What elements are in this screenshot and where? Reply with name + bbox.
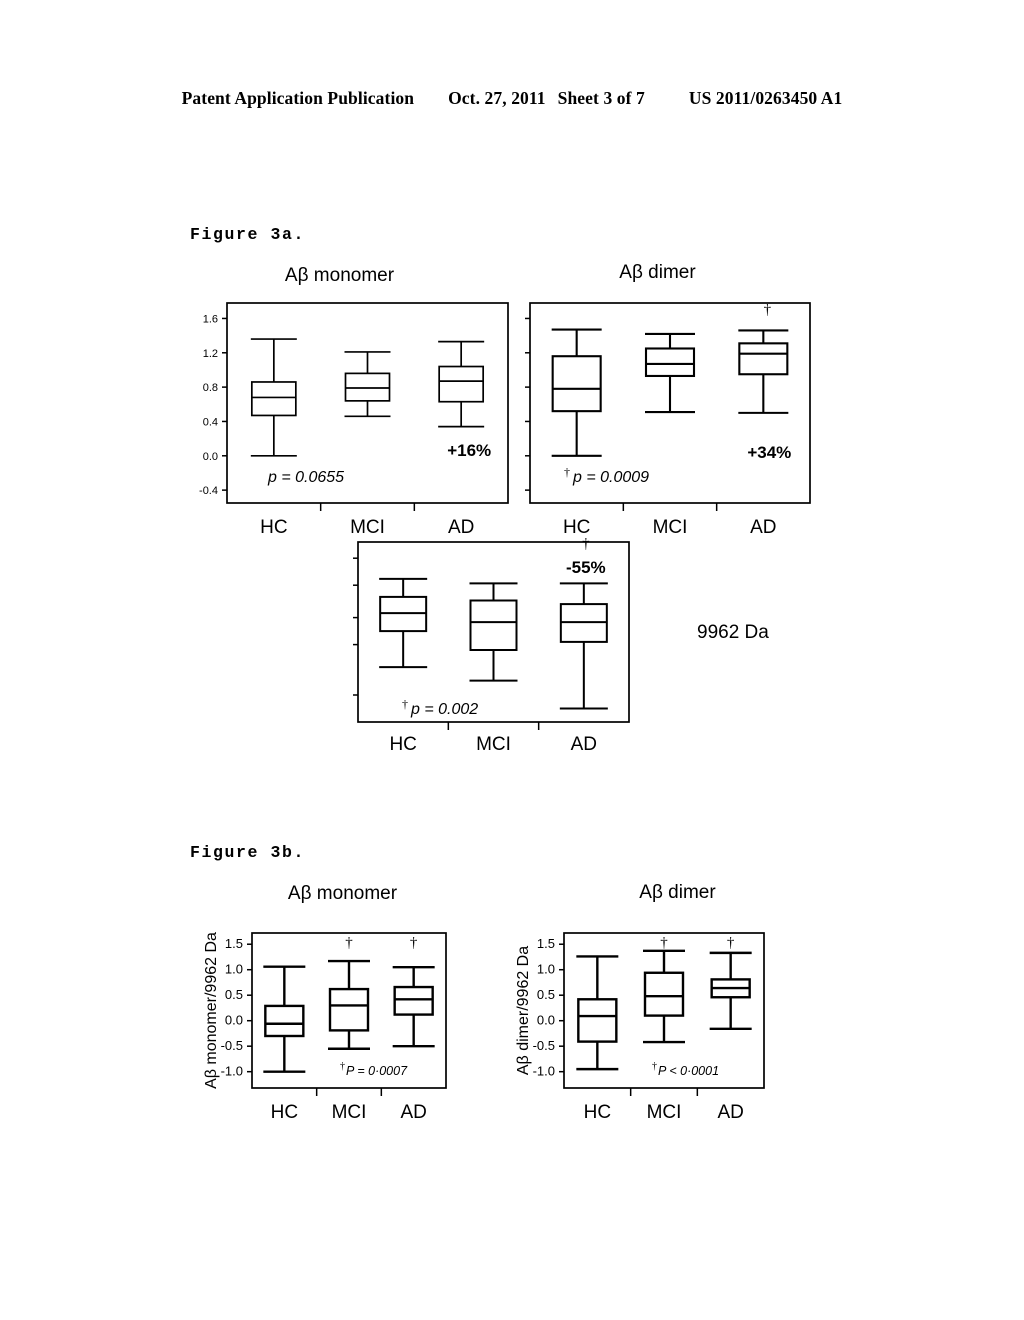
- y-axis-tick-label: -0.5: [221, 1038, 243, 1053]
- dagger-marker: †: [564, 465, 570, 479]
- y-axis-tick-label: -0.4: [199, 485, 218, 497]
- y-axis-tick-label: -0.5: [533, 1038, 555, 1053]
- y-axis-tick-label: 1.2: [203, 348, 218, 360]
- percent-change-label: +34%: [747, 443, 791, 462]
- x-axis-label-ad: AD: [571, 734, 597, 755]
- y-axis-tick-label: 1.6: [203, 313, 218, 325]
- boxplot-a-monomer: 1.6 1.2 0.8 0.4 0.0 -0.4 HC MCI AD p = 0.0655 +16%: [190, 296, 510, 538]
- x-axis-label-mci: MCI: [332, 1102, 367, 1123]
- y-axis-tick-label: 1.0: [537, 962, 555, 977]
- p-value-text: p = 0.002: [410, 701, 478, 718]
- box-iqr: [551, 355, 602, 413]
- box-iqr: [344, 372, 391, 402]
- box-iqr: [328, 987, 370, 1032]
- significance-dagger: †: [660, 935, 668, 951]
- percent-change-label: -55%: [566, 558, 606, 577]
- header-publication: Patent Application Publication: [181, 88, 415, 108]
- x-axis-label-mci: MCI: [476, 734, 511, 755]
- mass-annotation-9962da: 9962 Da: [697, 622, 769, 643]
- chart-title-b-monomer: Aβ monomer: [287, 883, 398, 904]
- y-axis-tick-label: 0.5: [537, 987, 555, 1002]
- y-axis-tick-label: 0.0: [537, 1013, 555, 1028]
- chart-title-a-monomer: Aβ monomer: [284, 265, 395, 286]
- dagger-marker: †: [340, 1061, 345, 1072]
- dagger-marker: †: [402, 697, 408, 711]
- patent-figure-page: Patent Application Publication Oct. 27, …: [0, 0, 1024, 1320]
- x-axis-label-hc: HC: [260, 517, 287, 538]
- p-value-text: p = 0.0655: [267, 469, 344, 486]
- y-axis-tick-label: 0.0: [203, 451, 218, 463]
- header-patent-number: US 2011/0263450 A1: [688, 88, 843, 108]
- patent-header: Patent Application Publication Oct. 27, …: [0, 88, 1024, 109]
- x-axis-label-hc: HC: [563, 517, 590, 538]
- box-iqr: [643, 971, 685, 1017]
- figure-3b-caption: Figure 3b.: [190, 843, 306, 862]
- x-axis-label-ad: AD: [448, 517, 474, 538]
- y-axis-tick-label: 1.5: [537, 936, 555, 951]
- significance-dagger: †: [582, 536, 590, 552]
- y-axis-tick-label: 1.0: [225, 962, 243, 977]
- x-axis-label-hc: HC: [584, 1102, 611, 1123]
- box-iqr: [393, 985, 434, 1016]
- header-date: Oct. 27, 2011: [448, 88, 546, 108]
- x-axis-label-mci: MCI: [647, 1102, 682, 1123]
- figure-3a-caption: Figure 3a.: [190, 225, 306, 244]
- boxplot-a-9962da: HC MCI AD † p = 0.002 -55% †: [340, 536, 635, 755]
- dagger-marker: †: [652, 1061, 657, 1072]
- boxplot-b-monomer: 1.5 1.0 0.5 0.0 -0.5 -1.0 Aβ monomer/9962 Da HC…: [190, 925, 450, 1123]
- box-iqr: [264, 1004, 305, 1038]
- p-value-annotation: p = 0.0655: [267, 469, 344, 486]
- box-iqr: [469, 599, 518, 651]
- significance-dagger: †: [410, 935, 418, 951]
- p-value-annotation: † P < 0·0001: [652, 1061, 719, 1078]
- y-axis-title: Aβ dimer/9962 Da: [515, 946, 532, 1075]
- percent-change-label: +16%: [447, 441, 491, 460]
- y-axis-tick-label: -1.0: [533, 1064, 555, 1079]
- box-iqr: [738, 342, 789, 376]
- y-axis-tick-label: 0.4: [203, 416, 218, 428]
- boxplot-a-dimer: HC MCI AD † p = 0.0009 +34% †: [508, 296, 818, 538]
- y-axis-tick-label: 0.0: [225, 1013, 243, 1028]
- significance-dagger: †: [764, 302, 772, 318]
- y-axis-tick-label: -1.0: [221, 1064, 243, 1079]
- significance-dagger: †: [727, 935, 735, 951]
- box-iqr: [438, 365, 485, 403]
- y-axis-tick-label: 1.5: [225, 936, 243, 951]
- p-value-text: P < 0·0001: [658, 1064, 719, 1078]
- x-axis-label-hc: HC: [389, 734, 416, 755]
- chart-title-a-dimer: Aβ dimer: [619, 262, 696, 283]
- box-iqr: [577, 998, 618, 1043]
- y-axis-tick-label: 0.8: [203, 382, 218, 394]
- significance-dagger: †: [345, 935, 353, 951]
- p-value-annotation: † P = 0·0007: [340, 1061, 408, 1078]
- box-iqr: [644, 347, 696, 378]
- p-value-text: P = 0·0007: [346, 1064, 408, 1078]
- p-value-text: p = 0.0009: [572, 469, 649, 486]
- p-value-annotation: † p = 0.002: [402, 697, 478, 718]
- x-axis-label-ad: AD: [750, 517, 776, 538]
- x-axis-label-ad: AD: [717, 1102, 743, 1123]
- x-axis-label-mci: MCI: [653, 517, 688, 538]
- boxplot-b-dimer: 1.5 1.0 0.5 0.0 -0.5 -1.0 Aβ dimer/9962 Da HC MC…: [498, 925, 768, 1123]
- box-iqr: [250, 381, 297, 417]
- y-axis-title: Aβ monomer/9962 Da: [203, 932, 220, 1089]
- p-value-annotation: † p = 0.0009: [564, 465, 649, 486]
- x-axis-label-hc: HC: [271, 1102, 298, 1123]
- x-axis-label-ad: AD: [400, 1102, 426, 1123]
- y-axis-tick-label: 0.5: [225, 987, 243, 1002]
- chart-title-b-dimer: Aβ dimer: [639, 882, 716, 903]
- header-sheet: Sheet 3 of 7: [557, 88, 645, 108]
- x-axis-label-mci: MCI: [350, 517, 385, 538]
